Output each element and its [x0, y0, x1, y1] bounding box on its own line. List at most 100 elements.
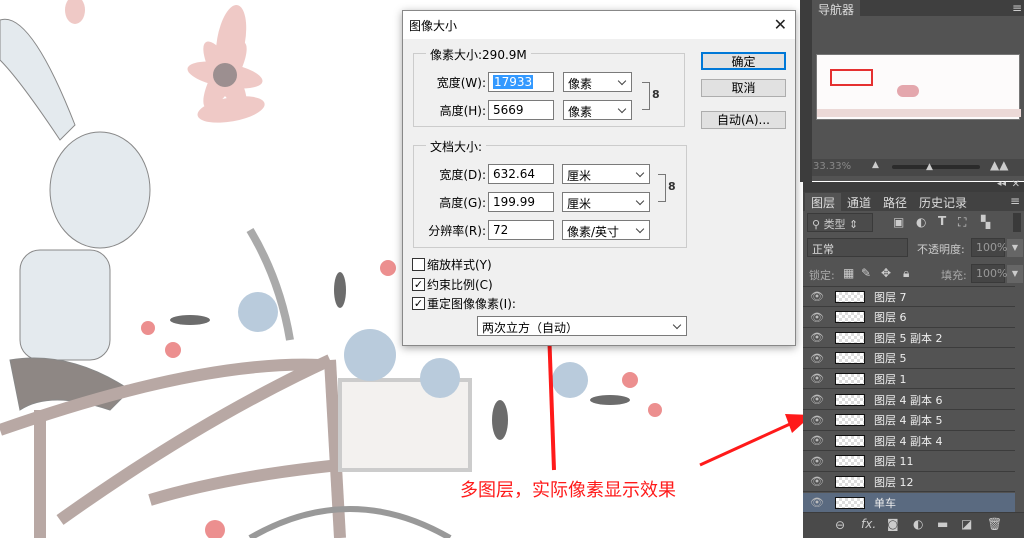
checkbox-checked[interactable]: ✓ — [412, 297, 425, 310]
tab-channels[interactable]: 通道 — [841, 193, 877, 212]
layer-name: 图层 1 — [874, 372, 907, 386]
visibility-eye-icon[interactable]: 👁︎ — [803, 475, 831, 488]
pixel-size-group: 像素大小:290.9M 宽度(W): 17933 像素 高度(H): 5669 … — [413, 46, 685, 127]
height-unit-select[interactable]: 像素 — [563, 100, 632, 120]
visibility-eye-icon[interactable]: 👁︎ — [803, 311, 831, 324]
zoom-slider-thumb[interactable]: ▲ — [926, 162, 933, 172]
checkbox-box[interactable] — [412, 258, 425, 271]
close-panel-icon[interactable]: ✕ — [1012, 179, 1020, 190]
layer-row[interactable]: 👁︎ 图层 7 — [803, 287, 1015, 307]
layer-row[interactable]: 👁︎ 图层 1 — [803, 369, 1015, 390]
zoom-out-icon[interactable]: ▲ — [872, 160, 879, 170]
chain-link-icon[interactable]: 8 — [668, 180, 676, 193]
visibility-eye-icon[interactable]: 👁︎ — [803, 393, 831, 406]
resolution-unit-select[interactable]: 像素/英寸 — [562, 220, 650, 240]
new-group-icon[interactable]: ▬ — [937, 517, 948, 531]
layer-thumbnail — [835, 414, 865, 427]
lock-transparency-icon[interactable]: ▦ — [843, 266, 854, 280]
doc-height-input[interactable]: 199.99 — [488, 192, 554, 212]
navigator-panel: 导航器 ≡ 33.33% ▲ ▲ ▲▲ — [812, 0, 1024, 181]
layer-thumbnail — [835, 352, 865, 365]
layer-thumbnail — [835, 455, 865, 468]
resample-checkbox[interactable]: ✓ 重定图像像素(I): — [412, 295, 516, 312]
layer-row[interactable]: 👁︎ 图层 6 — [803, 307, 1015, 328]
smart-object-filter-icon[interactable]: ▚ — [981, 215, 990, 229]
chain-link-icon[interactable]: 8 — [652, 88, 660, 101]
width-input[interactable]: 17933 — [488, 72, 554, 92]
zoom-value[interactable]: 33.33% — [813, 161, 851, 172]
shape-filter-icon[interactable]: ⛶ — [958, 215, 966, 230]
visibility-eye-icon[interactable]: 👁︎ — [803, 496, 831, 509]
layer-row[interactable]: 👁︎ 图层 12 — [803, 472, 1015, 493]
adjustment-layer-icon[interactable]: ◐ — [913, 517, 923, 531]
zoom-in-icon[interactable]: ▲▲ — [990, 158, 1008, 172]
navigator-preview[interactable] — [816, 54, 1021, 120]
adjustment-filter-icon[interactable]: ◐ — [916, 215, 926, 229]
scale-styles-checkbox[interactable]: 缩放样式(Y) — [412, 256, 492, 273]
pixel-filter-icon[interactable]: ▣ — [893, 215, 904, 229]
tab-history[interactable]: 历史记录 — [913, 193, 973, 212]
resolution-input[interactable]: 72 — [488, 220, 554, 240]
lock-pixels-icon[interactable]: ✎ — [861, 266, 871, 280]
filter-toggle[interactable] — [1013, 213, 1021, 232]
constrain-proportions-checkbox[interactable]: ✓ 约束比例(C) — [412, 276, 493, 293]
add-mask-icon[interactable]: ◙ — [887, 517, 899, 531]
zoom-slider[interactable] — [892, 165, 980, 169]
layer-row[interactable]: 👁︎ 图层 4 副本 6 — [803, 390, 1015, 410]
opacity-input[interactable]: 100% — [971, 238, 1007, 257]
link-layers-icon[interactable]: ⊖ — [835, 518, 845, 532]
layer-row[interactable]: 👁︎ 图层 11 — [803, 451, 1015, 472]
lock-all-icon[interactable]: 🔒︎ — [903, 266, 909, 281]
layer-row[interactable]: 👁︎ 图层 5 — [803, 348, 1015, 369]
visibility-eye-icon[interactable]: 👁︎ — [803, 372, 831, 385]
doc-width-input[interactable]: 632.64 — [488, 164, 554, 184]
layer-row[interactable]: 👁︎ 图层 5 副本 2 — [803, 328, 1015, 349]
view-box[interactable] — [830, 69, 873, 86]
visibility-eye-icon[interactable]: 👁︎ — [803, 414, 831, 427]
lock-position-icon[interactable]: ✥ — [881, 266, 891, 280]
height-input[interactable]: 5669 — [488, 100, 554, 120]
annotation-text: 多图层，实际像素显示效果 — [460, 480, 676, 501]
layer-row[interactable]: 👁︎ 单车 — [803, 493, 1015, 513]
layer-thumbnail — [835, 311, 865, 324]
tab-paths[interactable]: 路径 — [877, 193, 913, 212]
fill-input[interactable]: 100% — [971, 264, 1007, 283]
opacity-dropdown-icon[interactable]: ▼ — [1007, 239, 1023, 257]
width-unit-select[interactable]: 像素 — [563, 72, 632, 92]
doc-width-unit-select[interactable]: 厘米 — [562, 164, 650, 184]
doc-height-unit-select[interactable]: 厘米 — [562, 192, 650, 212]
visibility-eye-icon[interactable]: 👁︎ — [803, 290, 831, 303]
close-icon[interactable]: ✕ — [774, 15, 787, 34]
layer-row[interactable]: 👁︎ 图层 4 副本 4 — [803, 431, 1015, 452]
checkbox-checked[interactable]: ✓ — [412, 278, 425, 291]
panel-header — [803, 182, 1024, 192]
preview-flower — [897, 85, 919, 97]
dialog-title: 图像大小 — [403, 11, 795, 39]
tab-layers[interactable]: 图层 — [805, 193, 842, 212]
visibility-eye-icon[interactable]: 👁︎ — [803, 434, 831, 447]
ok-button[interactable]: 确定 — [701, 52, 786, 70]
tab-navigator[interactable]: 导航器 — [812, 0, 861, 19]
auto-button[interactable]: 自动(A)... — [701, 111, 786, 129]
visibility-eye-icon[interactable]: 👁︎ — [803, 455, 831, 468]
visibility-eye-icon[interactable]: 👁︎ — [803, 331, 831, 344]
width-label: 宽度(W): — [436, 76, 486, 90]
layer-row[interactable]: 👁︎ 图层 4 副本 5 — [803, 410, 1015, 431]
delete-layer-icon[interactable]: 🗑︎ — [987, 517, 1002, 531]
type-filter-icon[interactable]: T — [938, 214, 946, 228]
fx-icon[interactable]: fx. — [861, 517, 876, 531]
panel-menu-icon[interactable]: ≡ — [1012, 1, 1022, 15]
resample-method-select[interactable]: 两次立方（自动） — [477, 316, 687, 336]
new-layer-icon[interactable]: ◪ — [961, 517, 972, 531]
layer-name: 图层 4 副本 6 — [874, 393, 943, 407]
image-size-dialog: 图像大小 ✕ 像素大小:290.9M 宽度(W): 17933 像素 高度(H)… — [402, 10, 796, 346]
cancel-button[interactable]: 取消 — [701, 79, 786, 97]
filter-kind-select[interactable]: ⚲ 类型 ⇕ — [807, 213, 873, 232]
lock-label: 锁定: — [809, 269, 835, 282]
fill-dropdown-icon[interactable]: ▼ — [1007, 265, 1023, 283]
visibility-eye-icon[interactable]: 👁︎ — [803, 352, 831, 365]
panel-menu-icon[interactable]: ≡ — [1010, 194, 1020, 208]
collapse-icon[interactable]: ◂◂ — [997, 179, 1006, 189]
layer-thumbnail — [835, 393, 865, 406]
blend-mode-select[interactable]: 正常 — [807, 238, 908, 257]
